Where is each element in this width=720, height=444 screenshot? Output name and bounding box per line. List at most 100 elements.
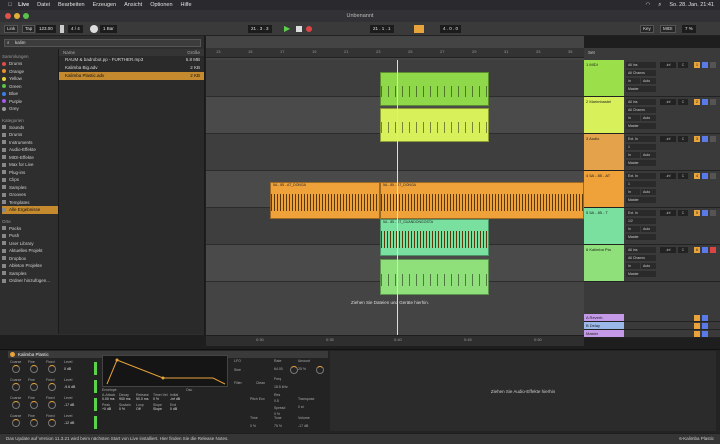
op-level-slider[interactable] <box>94 362 97 375</box>
input-type-select[interactable]: Ext. In <box>626 136 656 142</box>
time-ruler[interactable]: 0:30 0:35 0:40 0:45 0:50 <box>206 336 584 346</box>
monitor-auto-switch[interactable]: Auto <box>641 115 656 121</box>
collection-item[interactable]: Yellow <box>2 75 58 83</box>
op-knob[interactable] <box>30 401 38 409</box>
op-knob[interactable] <box>12 383 20 391</box>
env-param-value[interactable]: -inf dB <box>170 397 180 401</box>
op-level-slider[interactable] <box>94 380 97 393</box>
menu-hilfe[interactable]: Hilfe <box>181 2 192 8</box>
collection-item[interactable]: Green <box>2 83 58 91</box>
collection-item[interactable]: Drums <box>2 60 58 68</box>
collection-item[interactable]: Grey <box>2 105 58 113</box>
input-channel-select[interactable]: All Channs <box>626 255 656 261</box>
track-activator-button[interactable]: 6 <box>694 247 700 253</box>
play-icon[interactable]: ▶ <box>284 25 290 33</box>
browser-search-input[interactable]: ⌕ kalim <box>4 39 201 47</box>
loop-switch-icon[interactable] <box>414 25 424 33</box>
file-row[interactable]: RAUM & badrobot.pp - FURTHER.mp3 5.8 MB <box>59 56 204 64</box>
position-field[interactable]: 21 . 3 . 3 <box>248 25 272 33</box>
solo-button[interactable] <box>702 331 708 337</box>
op-knob[interactable] <box>30 419 38 427</box>
midi-map-button[interactable]: MIDI <box>660 25 676 33</box>
input-channel-select[interactable]: 1 <box>626 181 656 187</box>
arm-button[interactable] <box>710 210 716 216</box>
op-knob[interactable] <box>30 383 38 391</box>
volume-value[interactable]: -17 dB <box>298 424 308 428</box>
place-item[interactable]: Samples <box>2 270 58 278</box>
pan-knob[interactable]: C <box>678 210 688 216</box>
pan-knob[interactable]: C <box>678 62 688 68</box>
op-level-value[interactable]: -17 dB <box>64 403 74 407</box>
op-level-value[interactable]: -12 dB <box>64 421 74 425</box>
collection-item[interactable]: Orange <box>2 68 58 76</box>
category-item[interactable]: Samples <box>2 184 58 192</box>
op-knob[interactable] <box>30 365 38 373</box>
monitor-auto-switch[interactable]: Auto <box>641 263 656 269</box>
arm-button[interactable] <box>710 247 716 253</box>
input-channel-select[interactable]: All Channs <box>626 107 656 113</box>
track-name[interactable]: 4 5A - 85 - AT <box>584 171 624 207</box>
arm-button[interactable] <box>710 99 716 105</box>
collection-item[interactable]: Blue <box>2 90 58 98</box>
stop-icon[interactable] <box>296 26 302 32</box>
menu-ansicht[interactable]: Ansicht <box>124 2 142 8</box>
wifi-icon[interactable]: ◠ <box>645 2 650 8</box>
env-param-value[interactable]: +0 dB <box>102 407 111 411</box>
search-icon[interactable]: ⌕ <box>658 2 661 9</box>
monitor-switch[interactable]: In <box>626 152 640 158</box>
place-item[interactable]: Aktuelles Projekt <box>2 247 58 255</box>
category-item[interactable]: Plug-ins <box>2 169 58 177</box>
env-param-value[interactable]: 0.00 ms <box>102 397 114 401</box>
monitor-switch[interactable]: In <box>626 189 640 195</box>
monitor-switch[interactable]: In <box>626 226 640 232</box>
loop-start-field[interactable]: 21 . 1 . 1 <box>370 25 394 33</box>
signature-field[interactable]: 4 / 4 <box>68 25 83 33</box>
lfo-rate-value[interactable]: 64.00 <box>274 367 283 371</box>
monitor-switch[interactable]: In <box>626 263 640 269</box>
metronome-field[interactable]: 1 Bar <box>100 25 117 33</box>
op-knob[interactable] <box>48 419 56 427</box>
input-type-select[interactable]: All Ins <box>626 99 656 105</box>
tempo-nudge-icon[interactable] <box>60 25 64 33</box>
env-param-value[interactable]: 0 % <box>119 407 125 411</box>
track-activator-button[interactable]: 5 <box>694 210 700 216</box>
track-header[interactable]: 4 5A - 85 - AT Ext. In 1 In Auto Master -inf C 4 <box>584 171 720 208</box>
arm-button[interactable] <box>710 136 716 142</box>
tone-value[interactable]: 75 % <box>274 424 282 428</box>
place-item[interactable]: User Library <box>2 240 58 248</box>
op-knob[interactable] <box>12 365 20 373</box>
op-knob[interactable] <box>48 365 56 373</box>
arrangement-clip[interactable]: 5A - 85 - AT_DONGA <box>380 182 584 219</box>
monitor-switch[interactable]: In <box>626 115 640 121</box>
apple-icon[interactable]:  <box>8 2 12 8</box>
metronome-icon[interactable] <box>90 25 98 33</box>
env-param-value[interactable]: Off <box>136 407 141 411</box>
loop-length-field[interactable]: 4 . 0 . 0 <box>440 25 462 33</box>
return-track-header[interactable]: Master <box>584 330 720 338</box>
track-name[interactable]: 2 Marimbastel <box>584 97 624 133</box>
record-icon[interactable] <box>306 26 312 32</box>
op-knob[interactable] <box>12 401 20 409</box>
env-param-value[interactable]: 50.0 ms <box>136 397 148 401</box>
time-value[interactable]: 0 % <box>250 424 256 428</box>
env-param-value[interactable]: Slope <box>153 407 162 411</box>
name-column-header[interactable]: Name <box>63 49 75 56</box>
volume-field[interactable]: -inf <box>660 136 676 142</box>
input-type-select[interactable]: Ext. In <box>626 210 656 216</box>
category-item[interactable]: Templates <box>2 199 58 207</box>
solo-button[interactable] <box>702 62 708 68</box>
place-item[interactable]: Packs <box>2 225 58 233</box>
filter-type-select[interactable]: Clean <box>256 381 265 385</box>
tap-button[interactable]: Tap <box>22 25 36 33</box>
op-level-value[interactable]: -9.6 dB <box>64 385 75 389</box>
place-item[interactable]: Ableton Projekte <box>2 262 58 270</box>
pan-knob[interactable]: C <box>678 99 688 105</box>
track-activator-button[interactable] <box>694 323 700 329</box>
menu-app[interactable]: Live <box>18 2 29 8</box>
freq-value[interactable]: 18.5 kHz <box>274 385 288 389</box>
pan-knob[interactable]: C <box>678 136 688 142</box>
track-activator-button[interactable]: 3 <box>694 136 700 142</box>
menu-datei[interactable]: Datei <box>37 2 50 8</box>
place-item[interactable]: Ordner hinzufügen... <box>2 277 58 285</box>
env-param-value[interactable]: 0 dB <box>170 407 177 411</box>
